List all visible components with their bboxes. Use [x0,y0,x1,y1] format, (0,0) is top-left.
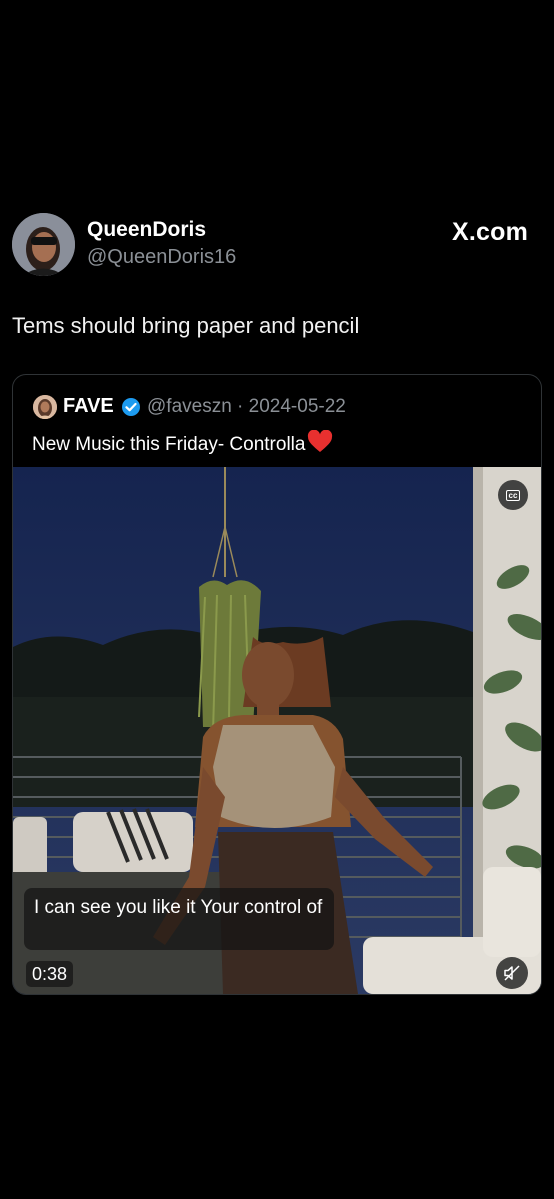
quoted-tweet-text: New Music this Friday- Controlla [32,430,333,456]
video-caption: I can see you like it Your control of [24,888,334,950]
quoted-handle-date[interactable]: @faveszn · 2024-05-22 [147,396,346,418]
heart-icon [308,430,333,452]
cc-icon: cc [505,489,521,501]
quoted-display-name[interactable]: FAVE [63,395,114,418]
speaker-muted-icon [504,965,520,981]
quoted-text: New Music this Friday- Controlla [32,434,306,455]
quoted-tweet-card[interactable]: FAVE @faveszn · 2024-05-22 New Music thi… [12,374,542,995]
video-duration: 0:38 [26,961,74,987]
quoted-avatar-image [33,395,57,419]
tweet-text: Tems should bring paper and pencil [12,313,360,338]
brand-watermark: X.com [451,218,528,246]
quoted-author-avatar[interactable] [33,395,57,419]
verified-badge-icon [122,398,140,416]
author-handle[interactable]: @QueenDoris16 [87,246,236,269]
mute-button[interactable] [496,957,528,989]
post: QueenDoris @QueenDoris16 X.com Tems shou… [0,0,554,1199]
author-display-name[interactable]: QueenDoris [87,218,206,242]
captions-button[interactable]: cc [498,480,528,510]
video-player[interactable]: cc I can see you like it Your control of… [13,467,541,994]
author-avatar[interactable] [12,213,75,276]
profile-avatar-image [12,213,75,276]
